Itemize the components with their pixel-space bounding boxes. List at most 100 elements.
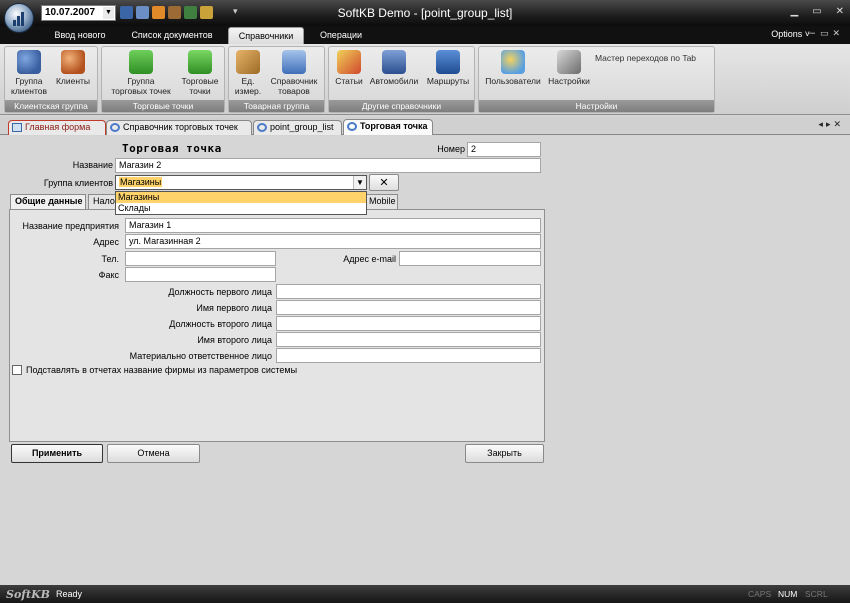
number-field[interactable]: 2 [467, 142, 541, 157]
routes-button[interactable]: Маршруты [423, 50, 473, 86]
fax-label: Факс [98, 270, 119, 280]
tab-navigation-icon[interactable]: ◂▸✕ [818, 120, 844, 130]
tab-documents[interactable]: Список документов [120, 27, 224, 44]
chart-icon [13, 12, 27, 26]
form-title: Торговая точка [122, 142, 222, 155]
truck-icon [382, 50, 406, 74]
group-caption: Клиентская группа [5, 100, 97, 112]
dropdown-option[interactable]: Склады [116, 203, 366, 214]
group-settings: Пользователи Настройки Мастер переходов … [478, 46, 715, 113]
tab-operations[interactable]: Операции [306, 27, 376, 44]
use-company-name-checkbox[interactable] [12, 365, 22, 375]
responsible-field[interactable] [276, 348, 541, 363]
refresh-icon [347, 122, 357, 131]
phone-label: Тел. [101, 254, 119, 264]
number-label: Номер [437, 144, 465, 154]
options-menu[interactable]: Options ˅ [771, 29, 810, 39]
clients-button[interactable]: Клиенты [53, 50, 93, 86]
refresh-icon [257, 123, 267, 132]
pos1-field[interactable] [276, 284, 541, 299]
window-controls: ▁ ▭ ✕ [790, 6, 844, 17]
doc-tab-point-group-list[interactable]: point_group_list [253, 120, 342, 135]
address-label: Адрес [93, 237, 119, 247]
group-other: Статьи Автомобили Маршруты Другие справо… [328, 46, 475, 113]
name1-field[interactable] [276, 300, 541, 315]
checkbox-label: Подставлять в отчетах название фирмы из … [26, 365, 298, 375]
trade-point-form: Торговая точка Номер 2 Название Магазин … [0, 136, 850, 585]
tab-general[interactable]: Общие данные [10, 194, 86, 210]
pos2-label: Должность второго лица [169, 319, 272, 329]
document-tab-bar: Главная форма Справочник торговых точек … [0, 117, 850, 135]
close-icon[interactable]: ✕ [836, 6, 844, 17]
group-caption: Торговые точки [102, 100, 224, 112]
tab-new-entry[interactable]: Ввод нового [40, 27, 120, 44]
client-groups-button[interactable]: Группа клиентов [9, 50, 49, 96]
apply-button[interactable]: Применить [11, 444, 103, 463]
maximize-icon[interactable]: ▭ [812, 6, 821, 17]
mdi-controls[interactable]: −▭✕ [808, 29, 844, 39]
dropdown-option[interactable]: Магазины [116, 192, 366, 203]
status-text: Ready [56, 589, 83, 599]
tab-taxes[interactable]: Нало [88, 194, 118, 209]
doc-tab-trade-point[interactable]: Торговая точка [343, 119, 433, 135]
group-products: Ед. измер. Справочник товаров Товарная г… [228, 46, 325, 113]
name-label: Название [72, 160, 113, 170]
email-field[interactable] [399, 251, 541, 266]
group-trade-points: Группа торговых точек Торговые точки Тор… [101, 46, 225, 113]
articles-icon [337, 50, 361, 74]
store-icon [188, 50, 212, 74]
pos1-label: Должность первого лица [168, 287, 272, 297]
ribbon: Группа клиентов Клиенты Клиентская групп… [0, 44, 850, 115]
vehicles-button[interactable]: Автомобили [367, 50, 421, 86]
name1-label: Имя первого лица [196, 303, 272, 313]
group-caption: Другие справочники [329, 100, 474, 112]
trade-points-button[interactable]: Торговые точки [178, 50, 222, 96]
trade-point-groups-button[interactable]: Группа торговых точек [106, 50, 176, 96]
scroll-indicator: SCRL [805, 589, 828, 599]
fax-field[interactable] [125, 267, 276, 282]
client-group-value: Магазины [119, 177, 163, 187]
brand-logo: SoftKB [6, 588, 50, 601]
client-group-label: Группа клиентов [43, 178, 113, 188]
route-icon [436, 50, 460, 74]
window-icon [12, 123, 22, 132]
ribbon-tab-bar: Ввод нового Список документов Справочник… [0, 26, 850, 44]
client-group-combo[interactable]: Магазины ▼ [115, 175, 367, 190]
clear-group-button[interactable]: ✕ [369, 174, 399, 191]
phone-field[interactable] [125, 251, 276, 266]
email-label: Адрес e-mail [343, 254, 396, 264]
units-button[interactable]: Ед. измер. [232, 50, 264, 96]
tab-mobile[interactable]: Mobile [364, 194, 398, 209]
caps-indicator: CAPS [748, 589, 772, 599]
tab-directories[interactable]: Справочники [228, 27, 304, 44]
doc-tab-trade-points-list[interactable]: Справочник торговых точек [106, 120, 252, 135]
settings-button[interactable]: Настройки [545, 50, 593, 86]
wrench-icon [557, 50, 581, 74]
window-title: SoftKB Demo - [point_group_list] [337, 6, 513, 20]
company-label: Название предприятия [22, 221, 119, 231]
products-catalog-button[interactable]: Справочник товаров [266, 50, 322, 96]
refresh-icon [110, 123, 120, 132]
company-field[interactable]: Магазин 1 [125, 218, 541, 233]
store-group-icon [129, 50, 153, 74]
address-field[interactable]: ул. Магазинная 2 [125, 234, 541, 249]
articles-button[interactable]: Статьи [332, 50, 366, 86]
client-group-dropdown: Магазины Склады [115, 191, 367, 215]
ruler-icon [236, 50, 260, 74]
chevron-down-icon[interactable]: ▼ [353, 176, 366, 189]
doc-tab-main-form[interactable]: Главная форма [8, 120, 106, 135]
name-field[interactable]: Магазин 2 [115, 158, 541, 173]
users-button[interactable]: Пользователи [482, 50, 544, 86]
close-button[interactable]: Закрыть [465, 444, 544, 463]
name2-field[interactable] [276, 332, 541, 347]
minimize-icon[interactable]: ▁ [790, 6, 798, 17]
catalog-icon [282, 50, 306, 74]
app-menu-button[interactable] [4, 3, 34, 33]
group-caption: Товарная группа [229, 100, 324, 112]
pos2-field[interactable] [276, 316, 541, 331]
responsible-label: Материально ответственное лицо [129, 351, 272, 361]
num-indicator: NUM [778, 589, 798, 599]
cancel-button[interactable]: Отмена [107, 444, 200, 463]
tab-wizard-link[interactable]: Мастер переходов по Tab [595, 53, 696, 63]
name2-label: Имя второго лица [197, 335, 272, 345]
